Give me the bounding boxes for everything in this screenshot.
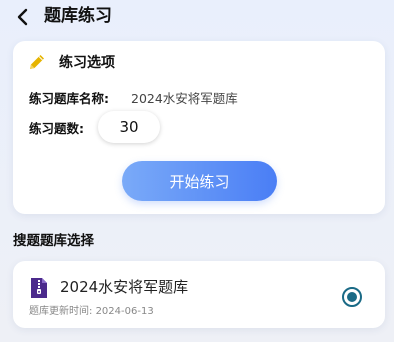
options-header: 练习选项	[27, 51, 115, 73]
update-time-value: 2024-06-13	[95, 306, 154, 317]
question-count-label: 练习题数:	[29, 120, 84, 136]
bank-name-row: 练习题库名称: 2024水安将军题库	[29, 87, 238, 107]
bank-item-name: 2024水安将军题库	[60, 278, 189, 296]
chevron-left-icon	[17, 8, 28, 26]
question-count-input[interactable]	[98, 111, 160, 143]
bank-item-update-time: 题库更新时间: 2024-06-13	[29, 305, 154, 319]
bank-select-radio[interactable]	[342, 287, 362, 307]
radio-selected-dot	[347, 292, 357, 302]
page-title: 题库练习	[44, 6, 112, 26]
practice-options-card: 练习选项 练习题库名称: 2024水安将军题库 练习题数: 开始练习	[13, 41, 385, 214]
pencil-icon	[30, 55, 44, 69]
bank-name-value: 2024水安将军题库	[131, 90, 238, 106]
archive-file-icon	[31, 278, 47, 298]
start-practice-button[interactable]: 开始练习	[122, 161, 277, 201]
back-button[interactable]	[12, 6, 34, 28]
bank-list-item[interactable]: 2024水安将军题库 题库更新时间: 2024-06-13	[13, 261, 385, 328]
top-bar: 题库练习	[0, 0, 394, 34]
question-count-row: 练习题数:	[29, 111, 160, 143]
bank-section-title: 搜题题库选择	[13, 233, 94, 249]
update-time-label: 题库更新时间:	[29, 306, 93, 317]
options-title: 练习选项	[59, 55, 115, 71]
bank-name-label: 练习题库名称:	[29, 90, 109, 106]
